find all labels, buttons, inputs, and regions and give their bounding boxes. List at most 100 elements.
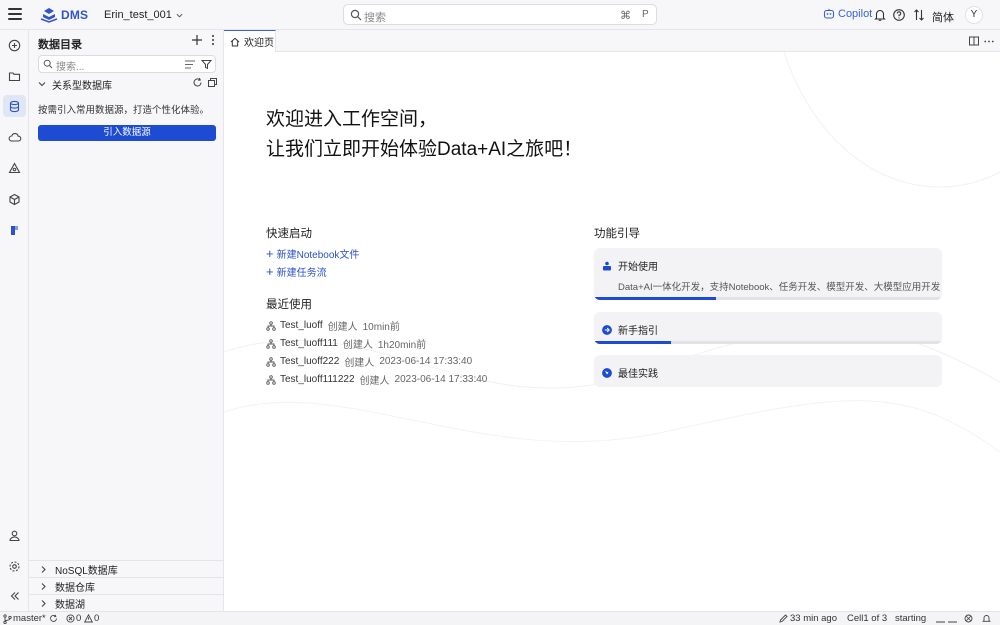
copy-icon[interactable] — [207, 77, 218, 88]
recent-item[interactable]: Test_luoff111222 创建人 2023-06-14 17:33:40 — [266, 372, 487, 387]
chevron-right-icon — [41, 565, 46, 573]
sidebar-section-datalake[interactable]: 数据湖 — [29, 594, 224, 611]
remote-icon[interactable] — [964, 614, 973, 623]
editor-tab-bar: 欢迎页 — [224, 30, 1000, 52]
rail-brand-app[interactable] — [3, 219, 26, 241]
recent-item-name: Test_luoff111 — [280, 338, 338, 349]
chevron-right-icon — [41, 582, 46, 590]
recent-item[interactable]: Test_luoff 创建人 10min前 — [266, 318, 400, 333]
error-count[interactable]: 0 — [76, 613, 81, 624]
logo-text: DMS — [61, 8, 89, 22]
section-label: 数据湖 — [55, 599, 85, 611]
user-avatar[interactable]: Y — [965, 6, 983, 24]
quick-link-label: 新建Notebook文件 — [276, 250, 360, 261]
sidebar-section-nosql[interactable]: NoSQL数据库 — [29, 560, 224, 577]
quick-link-label: 新建任务流 — [276, 268, 327, 279]
rail-account[interactable] — [3, 524, 26, 546]
recent-item[interactable]: Test_luoff222 创建人 2023-06-14 17:33:40 — [266, 354, 472, 369]
warning-icon — [84, 614, 93, 623]
relational-db-label: 关系型数据库 — [52, 80, 112, 92]
rail-data-catalog[interactable] — [3, 95, 26, 117]
dms-logo[interactable]: DMS — [40, 7, 88, 23]
help-icon[interactable] — [892, 8, 906, 22]
chevron-down-icon — [38, 82, 46, 87]
rail-collapse[interactable] — [3, 585, 26, 607]
sidebar-section-warehouse[interactable]: 数据仓库 — [29, 577, 224, 594]
copilot-button[interactable]: Copilot — [823, 8, 872, 20]
guide-card-beginner[interactable]: 新手指引 — [594, 312, 942, 344]
bell-icon[interactable] — [873, 8, 887, 22]
hamburger-menu-icon[interactable] — [8, 8, 22, 20]
flow-icon — [266, 374, 276, 385]
activity-rail — [0, 30, 29, 611]
new-notebook-link[interactable]: + 新建Notebook文件 — [266, 246, 360, 262]
recent-item-time: 2023-06-14 17:33:40 — [379, 356, 473, 367]
copilot-icon — [823, 8, 835, 19]
relational-db-section[interactable]: 关系型数据库 — [38, 77, 218, 92]
add-icon[interactable] — [191, 34, 203, 46]
error-icon — [66, 614, 75, 623]
guide-progress-track — [594, 297, 942, 300]
refresh-icon[interactable] — [192, 77, 203, 88]
shortcut-key: P — [642, 9, 649, 20]
layout-toggle-icon[interactable] — [936, 615, 958, 623]
welcome-page: 欢迎进入工作空间， 让我们立即开始体验Data+AI之旅吧！ 快速启动 + 新建… — [224, 52, 1000, 611]
cell-position[interactable]: Cell1 of 3 — [847, 613, 887, 624]
guide-progress-bar — [594, 297, 716, 300]
guide-description: Data+AI一体化开发，支持Notebook、任务开发、模型开发、大模型应用开… — [618, 282, 941, 293]
recent-item-name: Test_luoff111222 — [280, 374, 355, 385]
getting-started-icon — [603, 261, 611, 270]
search-placeholder: 搜索 — [364, 12, 386, 24]
home-icon — [230, 37, 240, 46]
recent-item[interactable]: Test_luoff111 创建人 1h20min前 — [266, 336, 426, 351]
user-settings-icon — [9, 530, 20, 541]
cloud-icon — [8, 132, 21, 142]
kernel-status[interactable]: starting — [895, 613, 926, 624]
edit-icon — [779, 614, 788, 623]
top-bar: DMS Erin_test_001 搜索 ⌘ P Copilot 简体 Y — [0, 0, 1000, 30]
recent-item-time: 10min前 — [362, 322, 400, 333]
git-branch-icon — [3, 614, 12, 624]
guide-title: 最佳实践 — [618, 369, 658, 380]
global-search-input[interactable]: 搜索 ⌘ P — [343, 4, 657, 25]
more-horizontal-icon[interactable] — [984, 40, 994, 43]
quick-start-title: 快速启动 — [266, 228, 312, 240]
rail-workflow[interactable] — [3, 157, 26, 179]
guide-progress-track — [594, 341, 942, 344]
new-taskflow-link[interactable]: + 新建任务流 — [266, 263, 327, 280]
tab-welcome[interactable]: 欢迎页 — [224, 30, 276, 52]
git-branch[interactable]: master* — [13, 613, 46, 624]
sync-icon[interactable] — [49, 614, 58, 623]
rail-create[interactable] — [3, 34, 26, 56]
plus-icon: + — [266, 263, 274, 279]
rail-cloud[interactable] — [3, 126, 26, 148]
recent-item-creator: 创建人 — [359, 376, 390, 387]
warning-count[interactable]: 0 — [94, 613, 99, 624]
guide-card-best-practice[interactable]: 最佳实践 — [594, 355, 942, 387]
rail-models[interactable] — [3, 188, 26, 210]
filter-icon[interactable] — [201, 59, 212, 70]
guide-progress-bar — [594, 341, 671, 344]
list-filter-icon[interactable] — [185, 60, 195, 69]
rail-settings[interactable] — [3, 555, 26, 577]
flow-icon — [266, 338, 276, 349]
add-circle-icon — [8, 39, 21, 51]
recent-item-time: 1h20min前 — [377, 340, 427, 351]
guide-title: 新手指引 — [618, 326, 658, 337]
sort-arrows-icon[interactable] — [912, 8, 926, 22]
cube-icon — [9, 193, 20, 205]
language-switch[interactable]: 简体 — [932, 9, 954, 25]
arrow-circle-icon — [602, 324, 612, 335]
dms-logo-icon — [40, 8, 58, 23]
split-editor-icon[interactable] — [969, 36, 979, 46]
import-datasource-button[interactable]: 引入数据源 — [38, 125, 216, 141]
folder-icon — [8, 71, 21, 81]
guide-card-getting-started[interactable]: 开始使用 Data+AI一体化开发，支持Notebook、任务开发、模型开发、大… — [594, 248, 942, 300]
chevron-right-icon — [41, 599, 46, 607]
more-vertical-icon[interactable] — [209, 34, 217, 46]
flow-icon — [266, 320, 276, 331]
notification-icon[interactable] — [982, 614, 991, 623]
workspace-selector[interactable]: Erin_test_001 — [104, 9, 183, 21]
catalog-search-input[interactable]: 搜索... — [38, 55, 216, 73]
rail-files[interactable] — [3, 65, 26, 87]
